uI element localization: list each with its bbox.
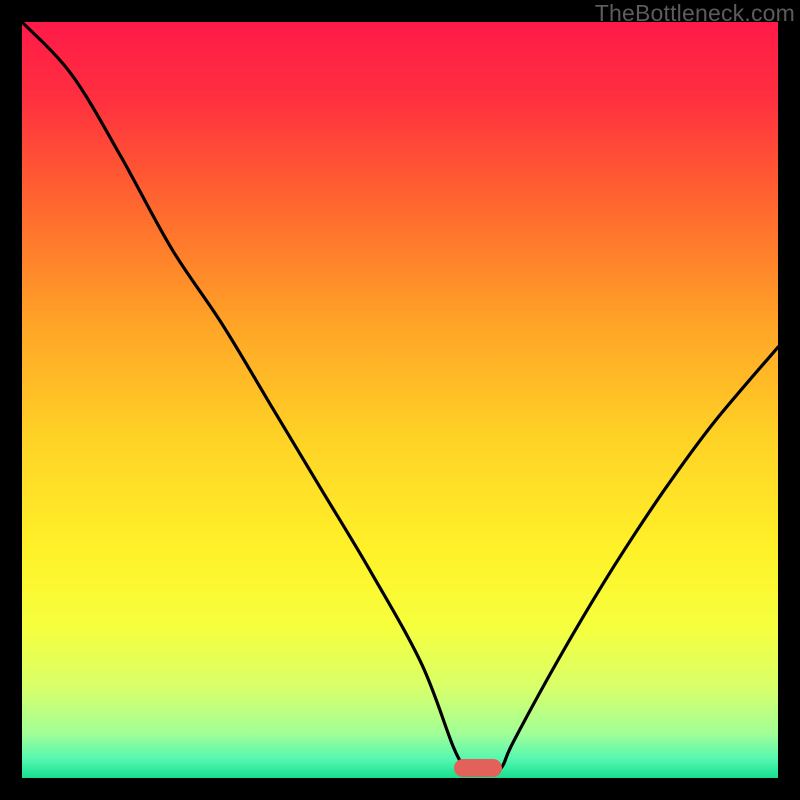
watermark-text: TheBottleneck.com (595, 0, 795, 27)
chart-frame: TheBottleneck.com (0, 0, 800, 800)
plot-area (22, 22, 778, 778)
min-marker (454, 759, 502, 777)
bottleneck-curve (22, 22, 778, 778)
